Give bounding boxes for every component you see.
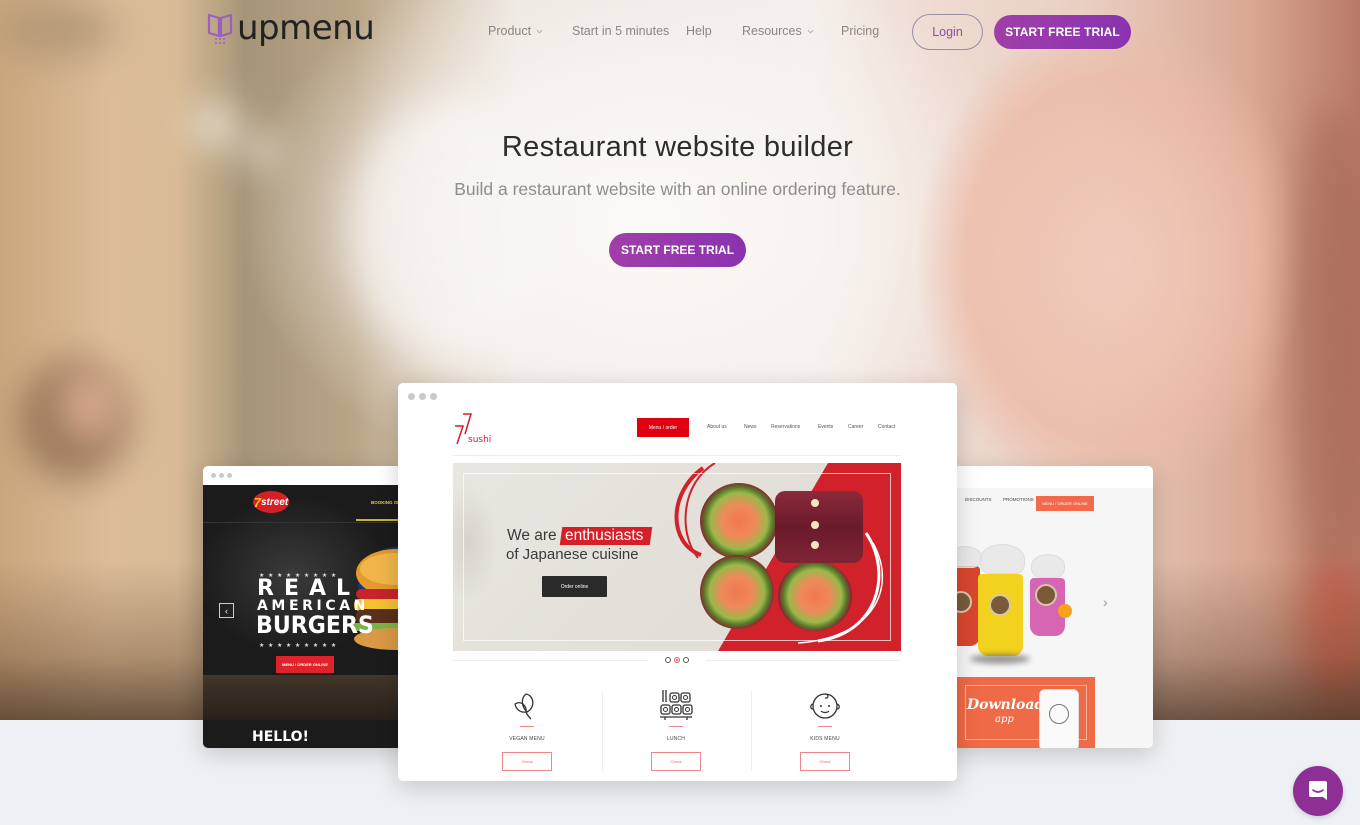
login-button[interactable]: Login <box>912 14 983 50</box>
leaf-icon <box>514 693 534 720</box>
download-title: Download <box>967 697 1045 713</box>
check-button: Check <box>502 752 552 771</box>
chat-widget-button[interactable] <box>1293 766 1343 816</box>
nav-item-resources[interactable]: Resources <box>742 24 814 38</box>
start-free-trial-hero-button[interactable]: START FREE TRIAL <box>609 233 746 267</box>
carousel-dot-active <box>674 657 680 663</box>
sushi-nav-news: News <box>744 424 757 430</box>
baby-face-icon <box>810 693 840 719</box>
svg-text:sushi: sushi <box>468 435 491 445</box>
sushi-hero-banner: We are enthusiasts of Japanese cuisine O… <box>453 463 901 651</box>
stars-bottom: ★★★★★★★★★ <box>259 643 340 649</box>
drink-nav-promotions: PROMOTIONS <box>1003 497 1034 502</box>
mockup-drinks-site: DISCOUNTS PROMOTIONS MENU / ORDER ONLINE… <box>945 466 1153 748</box>
start-free-trial-header-button[interactable]: START FREE TRIAL <box>994 15 1131 49</box>
wood-table <box>203 675 413 720</box>
feature-label: LUNCH <box>666 736 686 742</box>
hello-text: HELLO! <box>252 729 309 745</box>
burger-site-preview: 7 street BOOKING ONLINE ★★★★★★★★★ REAL AM… <box>203 485 413 748</box>
sushi-nav-events: Events <box>818 424 834 430</box>
order-online-button: Order online <box>542 576 607 597</box>
feature-label: VEGAN MENU <box>509 736 545 742</box>
sushi-icon <box>660 690 693 720</box>
check-button: Check <box>800 752 850 771</box>
site-header: upmenu Product Start in 5 minutes Help R… <box>0 0 1360 64</box>
nav-item-pricing[interactable]: Pricing <box>841 24 879 38</box>
sushi-nav-career: Career <box>848 424 864 430</box>
burger-order-button: MENU / ORDER ONLINE <box>276 656 334 673</box>
drink-nav-discounts: DISCOUNTS <box>965 497 992 502</box>
mockup-sushi-site: sushi Menu / order About us News Reserva… <box>398 383 957 781</box>
logo-text: upmenu <box>237 8 375 48</box>
download-app-banner: Download app <box>957 677 1095 748</box>
nav-item-product[interactable]: Product <box>488 24 543 38</box>
chevron-left-icon: ‹ <box>219 603 234 618</box>
banner-highlight: enthusiasts <box>559 527 653 545</box>
phone-icon <box>1039 689 1079 748</box>
hero-subtitle: Build a restaurant website with an onlin… <box>454 179 901 199</box>
hero-title: Restaurant website builder <box>501 131 854 163</box>
drink-order-button: MENU / ORDER ONLINE <box>1036 496 1094 511</box>
street-logo: 7 street <box>253 491 289 513</box>
download-subtitle: app <box>995 714 1014 725</box>
check-button: Check <box>651 752 701 771</box>
sushi-nav-contact: Contact <box>878 424 896 430</box>
carousel-dot <box>665 657 671 663</box>
feature-label: KIDS MENU <box>810 736 840 742</box>
carousel-dot <box>683 657 689 663</box>
mockup-burger-site: 7 street BOOKING ONLINE ★★★★★★★★★ REAL AM… <box>203 466 413 748</box>
nav-item-help[interactable]: Help <box>686 24 712 38</box>
chevron-right-icon: › <box>1103 594 1108 610</box>
feature-kids-menu: KIDS MENU Check <box>751 683 899 773</box>
sushi-nav-reservations: Reservations <box>771 424 801 430</box>
window-dots <box>408 393 437 400</box>
window-dots <box>211 473 232 478</box>
chevron-down-icon <box>536 29 543 33</box>
logo-book-icon <box>207 13 233 46</box>
banner-subline: of Japanese cuisine <box>506 546 639 563</box>
nav-item-start[interactable]: Start in 5 minutes <box>572 24 669 38</box>
banner-headline: We are enthusiasts <box>507 527 653 545</box>
sushi-menu-order-button: Menu / order <box>637 418 689 437</box>
feature-lunch: LUNCH Check <box>602 683 750 773</box>
headline-burgers: BURGERS <box>256 611 374 639</box>
chat-icon <box>1309 781 1327 800</box>
chevron-down-icon <box>807 29 814 33</box>
feature-vegan-menu: VEGAN MENU Check <box>453 683 601 773</box>
sushi-nav-about: About us <box>707 424 727 430</box>
carousel-dots <box>665 657 689 663</box>
logo[interactable]: upmenu <box>207 8 375 48</box>
sushi-logo: sushi <box>455 413 491 445</box>
